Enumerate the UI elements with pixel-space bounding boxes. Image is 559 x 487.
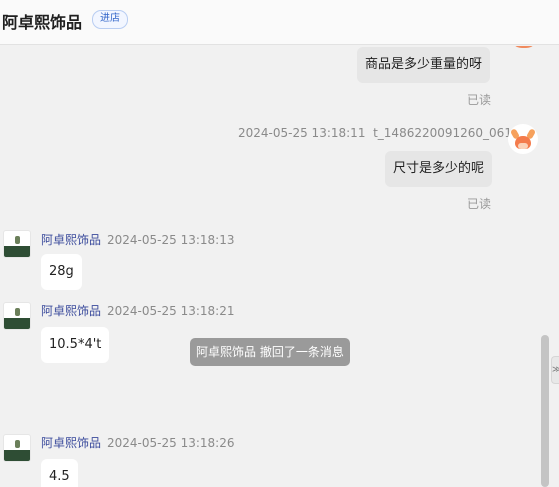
- customer-avatar-icon: [510, 46, 538, 48]
- shop-avatar-icon[interactable]: [3, 230, 31, 258]
- recall-notice: 阿卓熙饰品 撤回了一条消息: [190, 338, 350, 366]
- message-meta: 阿卓熙饰品 2024-05-25 13:18:26: [41, 434, 234, 451]
- message-bubble-customer: 商品是多少重量的呀: [357, 47, 491, 83]
- collapse-side-icon[interactable]: ≫: [551, 356, 559, 384]
- message-sender: t_1486220091260_0619: [373, 126, 520, 140]
- message-meta: 2024-05-25 13:18:11 t_1486220091260_0619: [238, 126, 520, 140]
- message-bubble-customer: 尺寸是多少的呢: [385, 151, 493, 187]
- message-time: 2024-05-25 13:18:13: [107, 233, 235, 247]
- message-meta: 阿卓熙饰品 2024-05-25 13:18:21: [41, 302, 234, 319]
- scrollbar-thumb[interactable]: [541, 335, 549, 487]
- message-time: 2024-05-25 13:18:21: [107, 304, 235, 318]
- message-bubble-shop: 4.5: [41, 459, 78, 487]
- message-sender: 阿卓熙饰品: [41, 304, 102, 318]
- message-bubble-shop: 28g: [41, 254, 82, 290]
- chat-header: 阿卓熙饰品 进店: [0, 0, 559, 45]
- message-list[interactable]: 商品是多少重量的呀 已读 2024-05-25 13:18:11 t_14862…: [0, 46, 559, 487]
- read-status: 已读: [467, 93, 492, 107]
- message-time: 2024-05-25 13:18:26: [107, 436, 235, 450]
- shop-name-title[interactable]: 阿卓熙饰品: [2, 9, 82, 33]
- read-status: 已读: [467, 197, 492, 211]
- message-bubble-shop: 10.5*4't: [41, 327, 110, 363]
- enter-shop-button[interactable]: 进店: [92, 10, 128, 29]
- message-meta: 阿卓熙饰品 2024-05-25 13:18:13: [41, 231, 234, 248]
- shop-avatar-icon[interactable]: [3, 434, 31, 462]
- shop-avatar-icon[interactable]: [3, 302, 31, 330]
- message-sender: 阿卓熙饰品: [41, 436, 102, 450]
- message-time: 2024-05-25 13:18:11: [238, 126, 366, 140]
- message-sender: 阿卓熙饰品: [41, 233, 102, 247]
- customer-avatar-icon[interactable]: [508, 124, 538, 154]
